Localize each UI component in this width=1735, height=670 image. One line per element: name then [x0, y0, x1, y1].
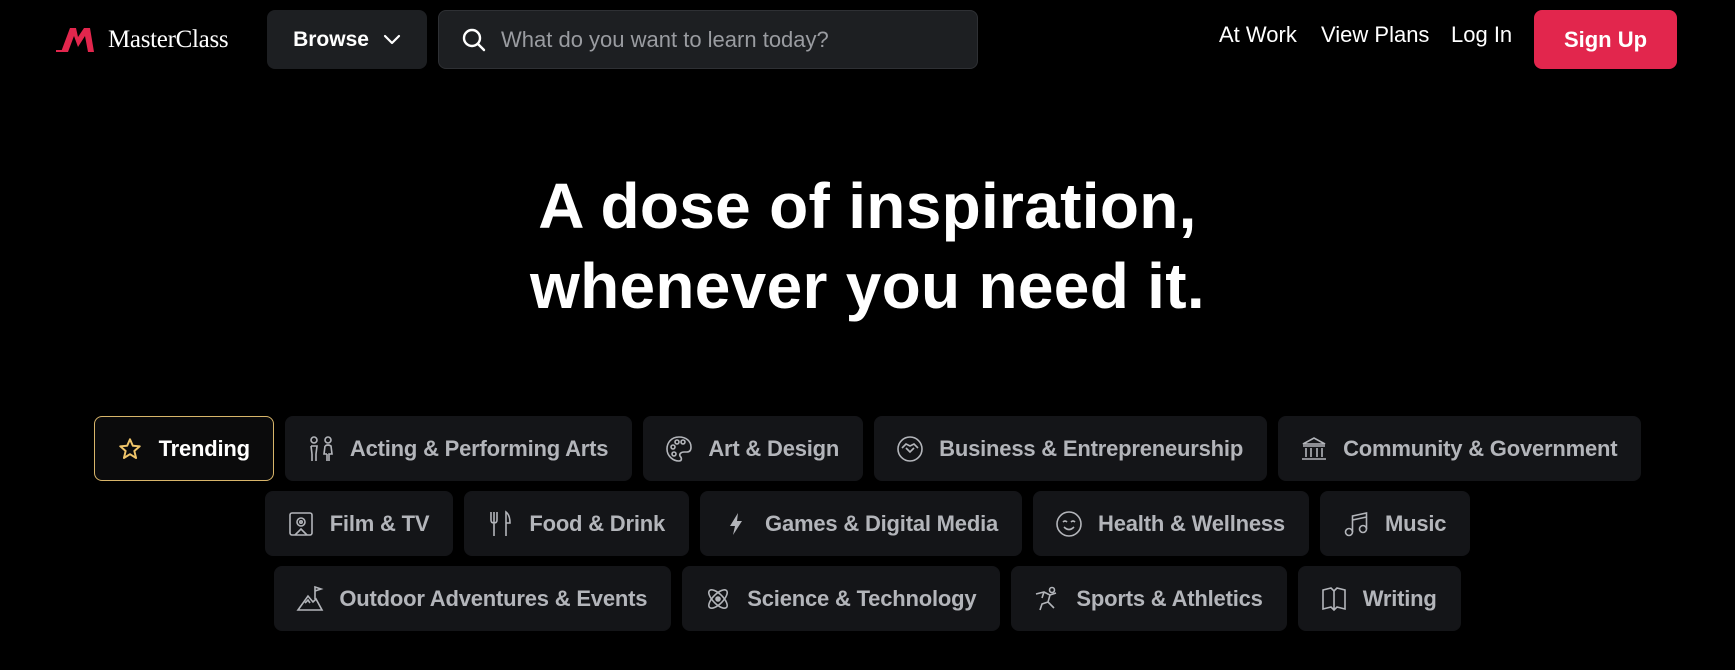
- athlete-icon: [1032, 584, 1062, 614]
- chevron-down-icon: [383, 34, 401, 44]
- category-pill-food-drink[interactable]: Food & Drink: [464, 491, 690, 556]
- category-pill-games[interactable]: Games & Digital Media: [700, 491, 1023, 556]
- hero-heading-line-2: whenever you need it.: [530, 250, 1205, 322]
- category-pill-trending[interactable]: Trending: [93, 416, 274, 481]
- fork-knife-icon: [485, 509, 515, 539]
- logo-wordmark: MasterClass: [108, 26, 229, 53]
- category-row-3: Outdoor Adventures & Events Science & Te…: [0, 566, 1735, 631]
- category-pill-acting[interactable]: Acting & Performing Arts: [284, 416, 633, 481]
- category-row-2: Film & TV Food & Drink Games & Digital M…: [0, 491, 1735, 556]
- masterclass-m-icon: [56, 28, 94, 52]
- lightning-icon: [721, 509, 751, 539]
- category-pill-business[interactable]: Business & Entrepreneurship: [874, 416, 1268, 481]
- smile-icon: [1054, 509, 1084, 539]
- browse-label: Browse: [293, 27, 369, 51]
- category-label: Acting & Performing Arts: [349, 435, 609, 461]
- sign-up-button[interactable]: Sign Up: [1534, 10, 1677, 69]
- category-label: Sports & Athletics: [1076, 585, 1263, 611]
- hero-section: A dose of inspiration, whenever you need…: [0, 166, 1735, 326]
- star-icon: [115, 434, 145, 464]
- category-label: Film & TV: [329, 510, 430, 536]
- category-pill-art-design[interactable]: Art & Design: [643, 416, 864, 481]
- book-icon: [1319, 584, 1349, 614]
- category-label: Writing: [1362, 585, 1437, 611]
- category-pill-community[interactable]: Community & Government: [1278, 416, 1642, 481]
- category-pill-music[interactable]: Music: [1319, 491, 1471, 556]
- category-row-1: Trending Acting & Performing Arts Art & …: [0, 416, 1735, 481]
- mountain-flag-icon: [295, 584, 325, 614]
- film-icon: [286, 509, 316, 539]
- browse-button[interactable]: Browse: [267, 10, 427, 69]
- category-pill-writing[interactable]: Writing: [1297, 566, 1461, 631]
- palette-icon: [664, 434, 694, 464]
- at-work-link[interactable]: At Work: [1219, 22, 1297, 48]
- search-input[interactable]: [501, 26, 961, 53]
- category-pills: Trending Acting & Performing Arts Art & …: [0, 416, 1735, 641]
- performers-icon: [306, 434, 336, 464]
- top-navigation: MasterClass Browse At Work View Plans Lo…: [0, 0, 1735, 80]
- category-label: Games & Digital Media: [765, 510, 999, 536]
- category-pill-sports[interactable]: Sports & Athletics: [1011, 566, 1287, 631]
- search-icon: [462, 28, 486, 51]
- category-label: Community & Government: [1343, 435, 1618, 461]
- category-label: Business & Entrepreneurship: [939, 435, 1244, 461]
- category-label: Trending: [158, 435, 250, 461]
- atom-icon: [703, 584, 733, 614]
- view-plans-link[interactable]: View Plans: [1321, 22, 1429, 48]
- category-label: Science & Technology: [747, 585, 977, 611]
- handshake-icon: [895, 434, 925, 464]
- music-note-icon: [1341, 509, 1371, 539]
- category-label: Health & Wellness: [1098, 510, 1285, 536]
- masterclass-logo[interactable]: MasterClass: [56, 24, 229, 56]
- category-label: Outdoor Adventures & Events: [339, 585, 648, 611]
- category-pill-outdoor[interactable]: Outdoor Adventures & Events: [274, 566, 672, 631]
- category-label: Food & Drink: [529, 510, 666, 536]
- hero-heading: A dose of inspiration, whenever you need…: [0, 166, 1735, 326]
- hero-heading-line-1: A dose of inspiration,: [538, 170, 1197, 242]
- category-label: Music: [1384, 510, 1447, 536]
- category-pill-health[interactable]: Health & Wellness: [1033, 491, 1309, 556]
- log-in-link[interactable]: Log In: [1451, 22, 1512, 48]
- category-pill-science[interactable]: Science & Technology: [682, 566, 1001, 631]
- category-label: Art & Design: [708, 435, 840, 461]
- category-pill-film-tv[interactable]: Film & TV: [264, 491, 454, 556]
- government-building-icon: [1299, 434, 1329, 464]
- search-bar[interactable]: [438, 10, 978, 69]
